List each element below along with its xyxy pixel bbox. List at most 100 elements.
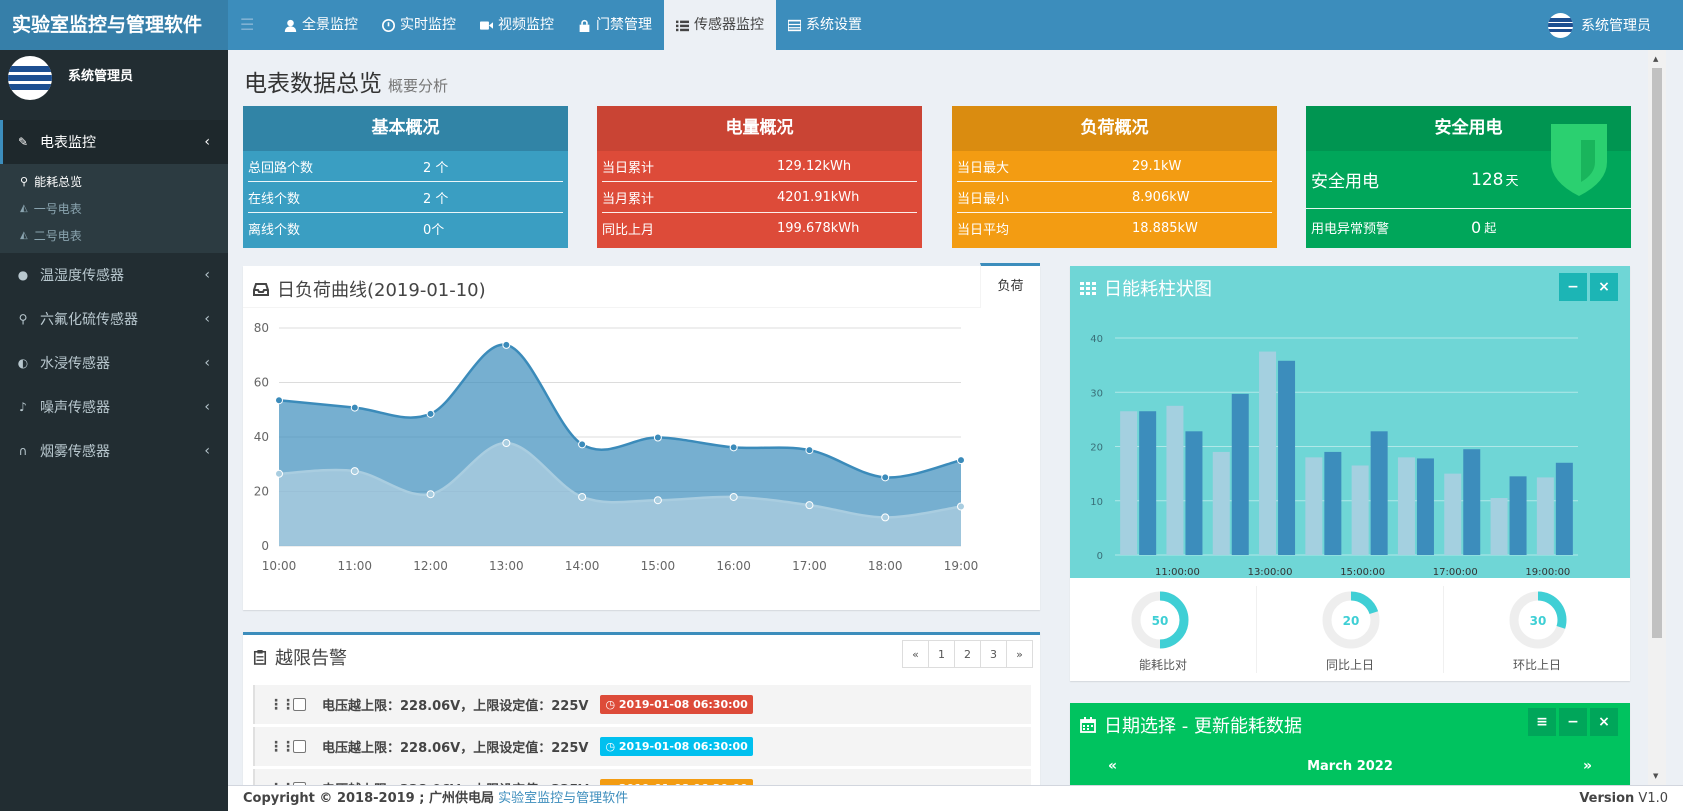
donut-arc	[1350, 591, 1379, 615]
box-title-text: 越限告警	[275, 648, 347, 669]
y-tick-label: 20	[1090, 443, 1103, 454]
donut-chart: 50	[1131, 591, 1189, 649]
nav-item-settings[interactable]: 系统设置	[776, 0, 874, 50]
clock-icon: ◷	[605, 698, 616, 711]
user-panel: 系统管理员	[0, 50, 228, 106]
box-title-text: 日能耗柱状图	[1104, 279, 1212, 300]
stat-key: 当日最大	[957, 160, 1010, 176]
donut-row: 50 能耗比对 20 同比上日 30 环比上日	[1070, 578, 1630, 681]
tab-load[interactable]: 负荷	[980, 263, 1040, 308]
sidebar-item-noise[interactable]: ♪ 噪声传感器 ‹	[0, 385, 228, 429]
sidebar-item-sf6[interactable]: ⚲ 六氟化硫传感器 ‹	[0, 297, 228, 341]
sidebar-toggle-icon[interactable]: ☰	[240, 0, 254, 50]
alarm-checkbox[interactable]	[293, 740, 306, 753]
contrast-icon: ◐	[17, 356, 29, 370]
pagination: « 1 2 3 »	[902, 640, 1033, 668]
data-point	[653, 433, 662, 442]
scroll-up-icon[interactable]: ▲	[1653, 55, 1658, 63]
bar	[1324, 451, 1342, 555]
sidebar-item-meter[interactable]: ✎ 电表监控 ‹	[0, 120, 228, 164]
stat-card-energy: 电量概况 当日累计 129.12kWh 当月累计 4201.91kWh 同比上月 19…	[597, 106, 922, 248]
user-menu[interactable]: 系统管理员	[1548, 0, 1651, 50]
pagination-prev[interactable]: «	[902, 640, 929, 668]
chevron-left-icon: ‹	[204, 311, 210, 327]
calendar-month[interactable]: March 2022	[1070, 759, 1630, 774]
donut-value: 50	[1152, 614, 1169, 628]
data-point	[881, 473, 890, 482]
tachometer-icon: ◭	[20, 230, 28, 241]
y-tick-label: 20	[254, 485, 269, 499]
stat-card-safety: 安全用电 安全用电 128 天 用电异常预警 0 起	[1306, 106, 1631, 248]
alarm-label: 用电异常预警	[1311, 221, 1390, 237]
nav-item-label: 门禁管理	[596, 17, 652, 33]
pagination-page-1[interactable]: 1	[928, 640, 955, 668]
bar	[1536, 477, 1554, 555]
energy-bar-panel: 日能耗柱状图 − × 0 10 20 30 40 11:00:00 13:00:00 15:0…	[1070, 266, 1630, 578]
alarm-checkbox[interactable]	[293, 698, 306, 711]
nav-item-label: 视频监控	[498, 17, 554, 33]
data-point	[275, 396, 283, 405]
app-title[interactable]: 实验室监控与管理软件	[0, 0, 228, 50]
nav-item-sensors[interactable]: 传感器监控	[664, 0, 776, 50]
donut-cell: 30 环比上日	[1444, 586, 1630, 673]
nav-item-label: 全景监控	[302, 17, 358, 33]
pen-icon: ✎	[17, 135, 29, 149]
nav-item-video[interactable]: 视频监控	[468, 0, 566, 50]
pagination-page-2[interactable]: 2	[954, 640, 981, 668]
nav-item-label: 系统设置	[806, 17, 862, 33]
sidebar-item-water[interactable]: ◐ 水浸传感器 ‹	[0, 341, 228, 385]
main-content: 电表数据总览 概要分析 基本概况 总回路个数 2 个 在线个数 2 个 离线个数 0个 …	[228, 50, 1648, 808]
sidebar-item-temp-humidity[interactable]: ● 温湿度传感器 ‹	[0, 253, 228, 297]
inbox-icon	[253, 283, 269, 296]
calendar-next[interactable]: »	[1583, 758, 1592, 774]
stat-row: 当日累计 129.12kWh	[602, 151, 917, 182]
energy-bar-box: 日能耗柱状图 − × 0 10 20 30 40 11:00:00 13:00:00 15:0…	[1070, 266, 1630, 681]
close-button[interactable]: ×	[1590, 273, 1618, 301]
bar	[1212, 451, 1230, 555]
stat-row: 同比上月 199.678kWh	[602, 213, 917, 244]
collapse-button[interactable]: −	[1559, 708, 1587, 736]
y-tick-label: 30	[1090, 388, 1103, 399]
footer-version-label: Version	[1579, 791, 1635, 806]
alarm-unit: 起	[1484, 220, 1497, 235]
x-tick-label: 17:00:00	[1433, 567, 1478, 578]
pagination-page-3[interactable]: 3	[980, 640, 1007, 668]
pagination-next[interactable]: »	[1006, 640, 1033, 668]
donut-label: 环比上日	[1512, 658, 1561, 672]
scrollbar-thumb[interactable]	[1652, 68, 1662, 638]
alarm-time-badge: ◷ 2019-01-08 06:30:00	[600, 737, 753, 756]
grid-icon	[1080, 282, 1096, 295]
sidebar-item-smoke[interactable]: ∩ 烟雾传感器 ‹	[0, 429, 228, 473]
y-tick-label: 10	[1090, 497, 1103, 508]
sidebar-subitem-label: 能耗总览	[34, 175, 83, 189]
bar	[1351, 465, 1369, 555]
avatar	[1548, 12, 1573, 38]
scroll-down-icon[interactable]: ▼	[1653, 772, 1658, 780]
bar	[1166, 405, 1184, 555]
page-scrollbar[interactable]: ▲ ▼	[1648, 50, 1666, 785]
sidebar-subitem-meter-1[interactable]: ◭ 一号电表	[0, 195, 228, 222]
footer-link[interactable]: 实验室监控与管理软件	[498, 791, 628, 806]
y-tick-label: 0	[1097, 551, 1103, 562]
drag-handle-icon[interactable]: ⋮⋮	[269, 697, 295, 713]
donut-value: 20	[1343, 614, 1360, 628]
sidebar-subitem-meter-2[interactable]: ◭ 二号电表	[0, 222, 228, 249]
stat-row: 当月累计 4201.91kWh	[602, 182, 917, 213]
data-point	[350, 403, 359, 412]
close-button[interactable]: ×	[1590, 708, 1618, 736]
tachometer-icon: ◭	[20, 203, 28, 214]
sidebar-subitem-overview[interactable]: ⚲ 能耗总览	[0, 168, 228, 195]
stat-row: 离线个数 0个	[248, 213, 563, 244]
stat-value: 8.906kW	[1132, 189, 1190, 205]
chevron-left-icon: ‹	[204, 443, 210, 459]
nav-item-panorama[interactable]: 全景监控	[272, 0, 370, 50]
drag-handle-icon[interactable]: ⋮⋮	[269, 739, 295, 755]
data-point	[502, 340, 511, 349]
collapse-button[interactable]: −	[1559, 273, 1587, 301]
nav-item-realtime[interactable]: 实时监控	[370, 0, 468, 50]
sidebar-item-label: 温湿度传感器	[40, 268, 124, 284]
data-point	[502, 438, 511, 447]
nav-item-access[interactable]: 门禁管理	[566, 0, 664, 50]
menu-button[interactable]: ≡	[1528, 708, 1556, 736]
stat-key: 离线个数	[248, 223, 301, 238]
